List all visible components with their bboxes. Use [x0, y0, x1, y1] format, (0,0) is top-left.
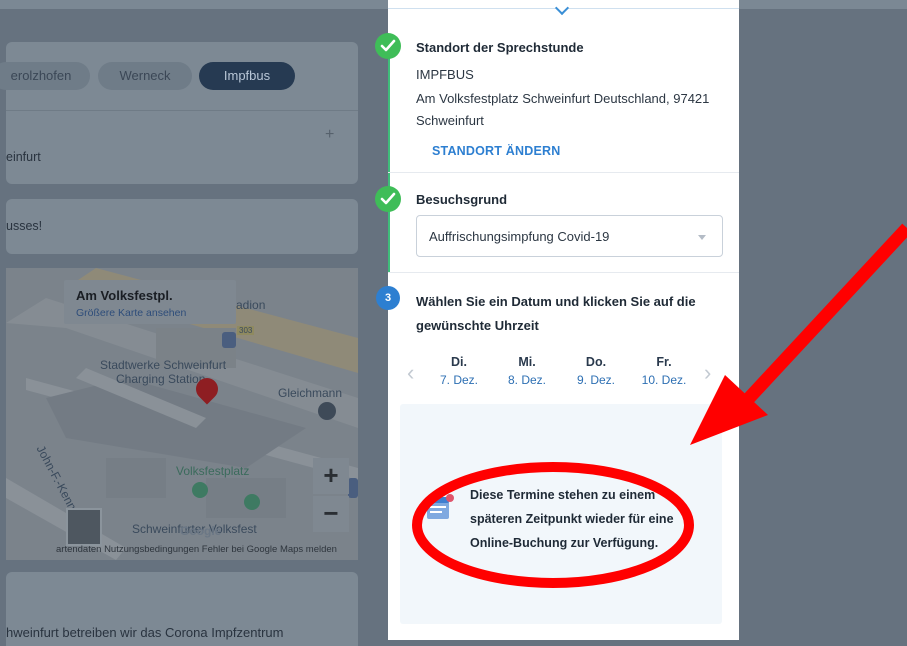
red-highlight-ellipse: [412, 462, 694, 588]
annotation-overlay: [412, 223, 907, 588]
red-arrow-icon: [690, 223, 907, 445]
